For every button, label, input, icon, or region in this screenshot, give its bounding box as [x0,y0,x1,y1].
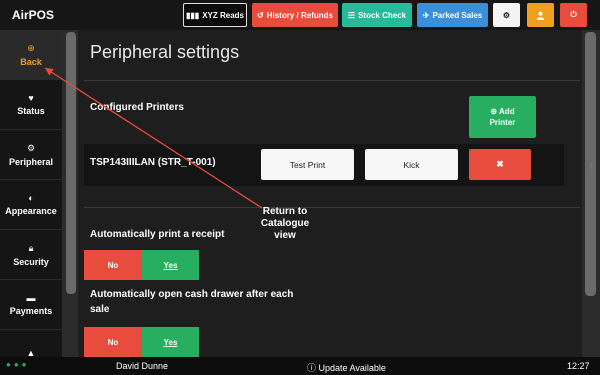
update-available-link[interactable]: ⓘ Update Available [307,361,386,374]
annotation-callout: Return to Catalogue view [250,206,320,242]
annotation-line1: Return to [262,206,308,217]
update-label: Update Available [318,363,386,373]
status-bar: ●●● David Dunne ⓘ Update Available 12:27 [0,357,600,375]
annotation-arrow [44,67,263,209]
clock: 12:27 [567,361,590,371]
annotation-line3: view [274,230,296,241]
annotation-line2: Catalogue [260,218,310,229]
info-icon: ⓘ [307,363,319,373]
connection-status-dots: ●●● [6,360,30,369]
current-user: David Dunne [116,361,169,371]
